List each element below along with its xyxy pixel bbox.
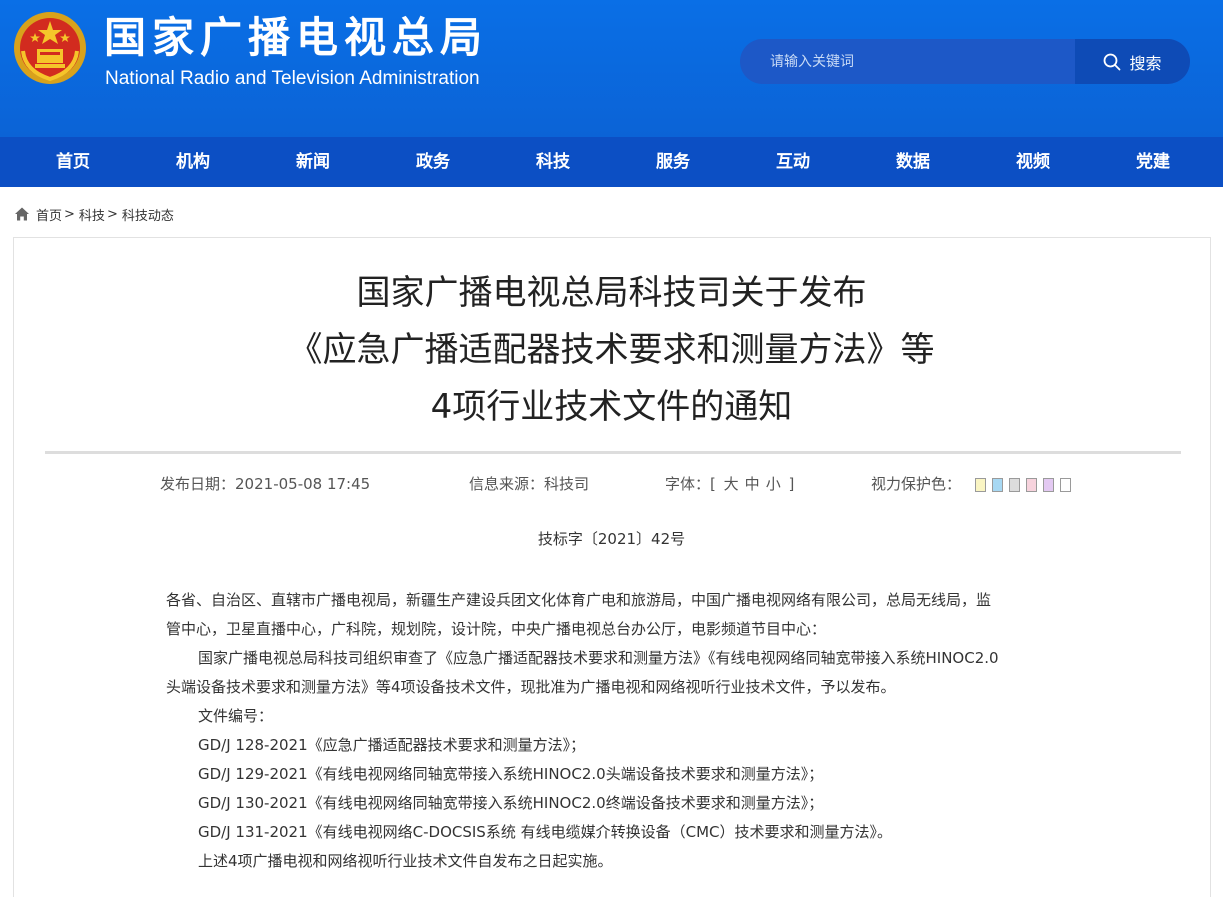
search-box: 搜索 xyxy=(740,39,1190,84)
article-body: 各省、自治区、直辖市广播电视局，新疆生产建设兵团文化体育广电和旅游局，中国广播电… xyxy=(166,586,1066,876)
eye-protection-label: 视力保护色： xyxy=(871,475,962,493)
nav-item-services[interactable]: 服务 xyxy=(613,137,733,187)
home-icon xyxy=(15,207,29,221)
main-nav: 首页 机构 新闻 政务 科技 服务 互动 数据 视频 党建 xyxy=(0,137,1223,187)
body-paragraph: GD/J 130-2021《有线电视网络同轴宽带接入系统HINOC2.0终端设备… xyxy=(198,794,824,812)
font-bracket-close: ] xyxy=(788,475,795,493)
publish-date-label: 发布日期： xyxy=(160,475,236,493)
font-size-small[interactable]: 小 xyxy=(766,475,781,493)
breadcrumb: 首页 > 科技 > 科技动态 xyxy=(14,204,174,224)
nav-item-organization[interactable]: 机构 xyxy=(133,137,253,187)
search-button[interactable]: 搜索 xyxy=(1075,39,1190,84)
breadcrumb-technology[interactable]: 科技 xyxy=(79,205,105,224)
body-paragraph: GD/J 128-2021《应急广播适配器技术要求和测量方法》； xyxy=(198,736,586,754)
breadcrumb-separator: > xyxy=(64,206,75,222)
nav-item-home[interactable]: 首页 xyxy=(13,137,133,187)
info-source-value: 科技司 xyxy=(544,475,590,493)
article-title-line: 《应急广播适配器技术要求和测量方法》等 xyxy=(288,330,935,370)
font-size-label: 字体： xyxy=(665,475,711,493)
search-input[interactable] xyxy=(740,39,1075,84)
font-size-control: 字体：[ 大中小 ] xyxy=(665,474,794,494)
body-paragraph: 头端设备技术要求和测量方法》等4项设备技术文件，现批准为广播电视和网络视听行业技… xyxy=(166,678,896,696)
body-paragraph: 文件编号： xyxy=(198,707,274,725)
nav-item-technology[interactable]: 科技 xyxy=(493,137,613,187)
eye-protection-swatches xyxy=(975,478,1071,492)
swatch-white[interactable] xyxy=(1060,478,1071,492)
body-paragraph: GD/J 129-2021《有线电视网络同轴宽带接入系统HINOC2.0头端设备… xyxy=(198,765,824,783)
nav-item-interaction[interactable]: 互动 xyxy=(733,137,853,187)
article-title-line: 国家广播电视总局科技司关于发布 xyxy=(356,273,867,313)
search-icon xyxy=(1104,53,1121,70)
breadcrumb-tech-news[interactable]: 科技动态 xyxy=(122,205,174,224)
swatch-purple[interactable] xyxy=(1043,478,1054,492)
article-title-line: 4项行业技术文件的通知 xyxy=(430,387,793,427)
breadcrumb-separator: > xyxy=(106,206,118,222)
body-paragraph: GD/J 131-2021《有线电视网络C-DOCSIS系统 有线电缆媒介转换设… xyxy=(198,823,892,841)
font-bracket-open: [ xyxy=(710,475,716,493)
swatch-yellow[interactable] xyxy=(975,478,986,492)
font-size-large[interactable]: 大 xyxy=(724,475,739,493)
nav-item-party-building[interactable]: 党建 xyxy=(1093,137,1213,187)
font-size-medium[interactable]: 中 xyxy=(745,475,760,493)
site-name-en: National Radio and Television Administra… xyxy=(105,68,480,89)
site-name-cn[interactable]: 国家广播电视总局 xyxy=(104,12,488,64)
swatch-blue[interactable] xyxy=(992,478,1003,492)
body-paragraph: 上述4项广播电视和网络视听行业技术文件自发布之日起实施。 xyxy=(198,852,613,870)
article-title: 国家广播电视总局科技司关于发布 《应急广播适配器技术要求和测量方法》等 4项行业… xyxy=(0,265,1223,436)
info-source-label: 信息来源： xyxy=(469,475,545,493)
national-emblem-logo[interactable] xyxy=(13,11,87,85)
info-source: 信息来源：科技司 xyxy=(469,474,589,494)
body-paragraph: 管中心，卫星直播中心，广科院，规划院，设计院，中央广播电视总台办公厅，电影频道节… xyxy=(166,620,827,638)
swatch-gray[interactable] xyxy=(1009,478,1020,492)
nav-item-data[interactable]: 数据 xyxy=(853,137,973,187)
site-header: 国家广播电视总局 National Radio and Television A… xyxy=(0,0,1223,137)
publish-date-value: 2021-05-08 17:45 xyxy=(235,475,371,493)
body-paragraph: 各省、自治区、直辖市广播电视局，新疆生产建设兵团文化体育广电和旅游局，中国广播电… xyxy=(166,591,992,609)
document-number: 技标字〔2021〕42号 xyxy=(537,530,686,548)
nav-item-video[interactable]: 视频 xyxy=(973,137,1093,187)
nav-item-news[interactable]: 新闻 xyxy=(253,137,373,187)
search-button-label: 搜索 xyxy=(1129,53,1162,73)
breadcrumb-home[interactable]: 首页 xyxy=(36,205,62,224)
body-paragraph: 国家广播电视总局科技司组织审查了《应急广播适配器技术要求和测量方法》《有线电视网… xyxy=(198,649,999,667)
publish-date: 发布日期：2021-05-08 17:45 xyxy=(160,474,370,494)
swatch-pink[interactable] xyxy=(1026,478,1037,492)
title-divider xyxy=(45,451,1181,454)
nav-item-government-affairs[interactable]: 政务 xyxy=(373,137,493,187)
